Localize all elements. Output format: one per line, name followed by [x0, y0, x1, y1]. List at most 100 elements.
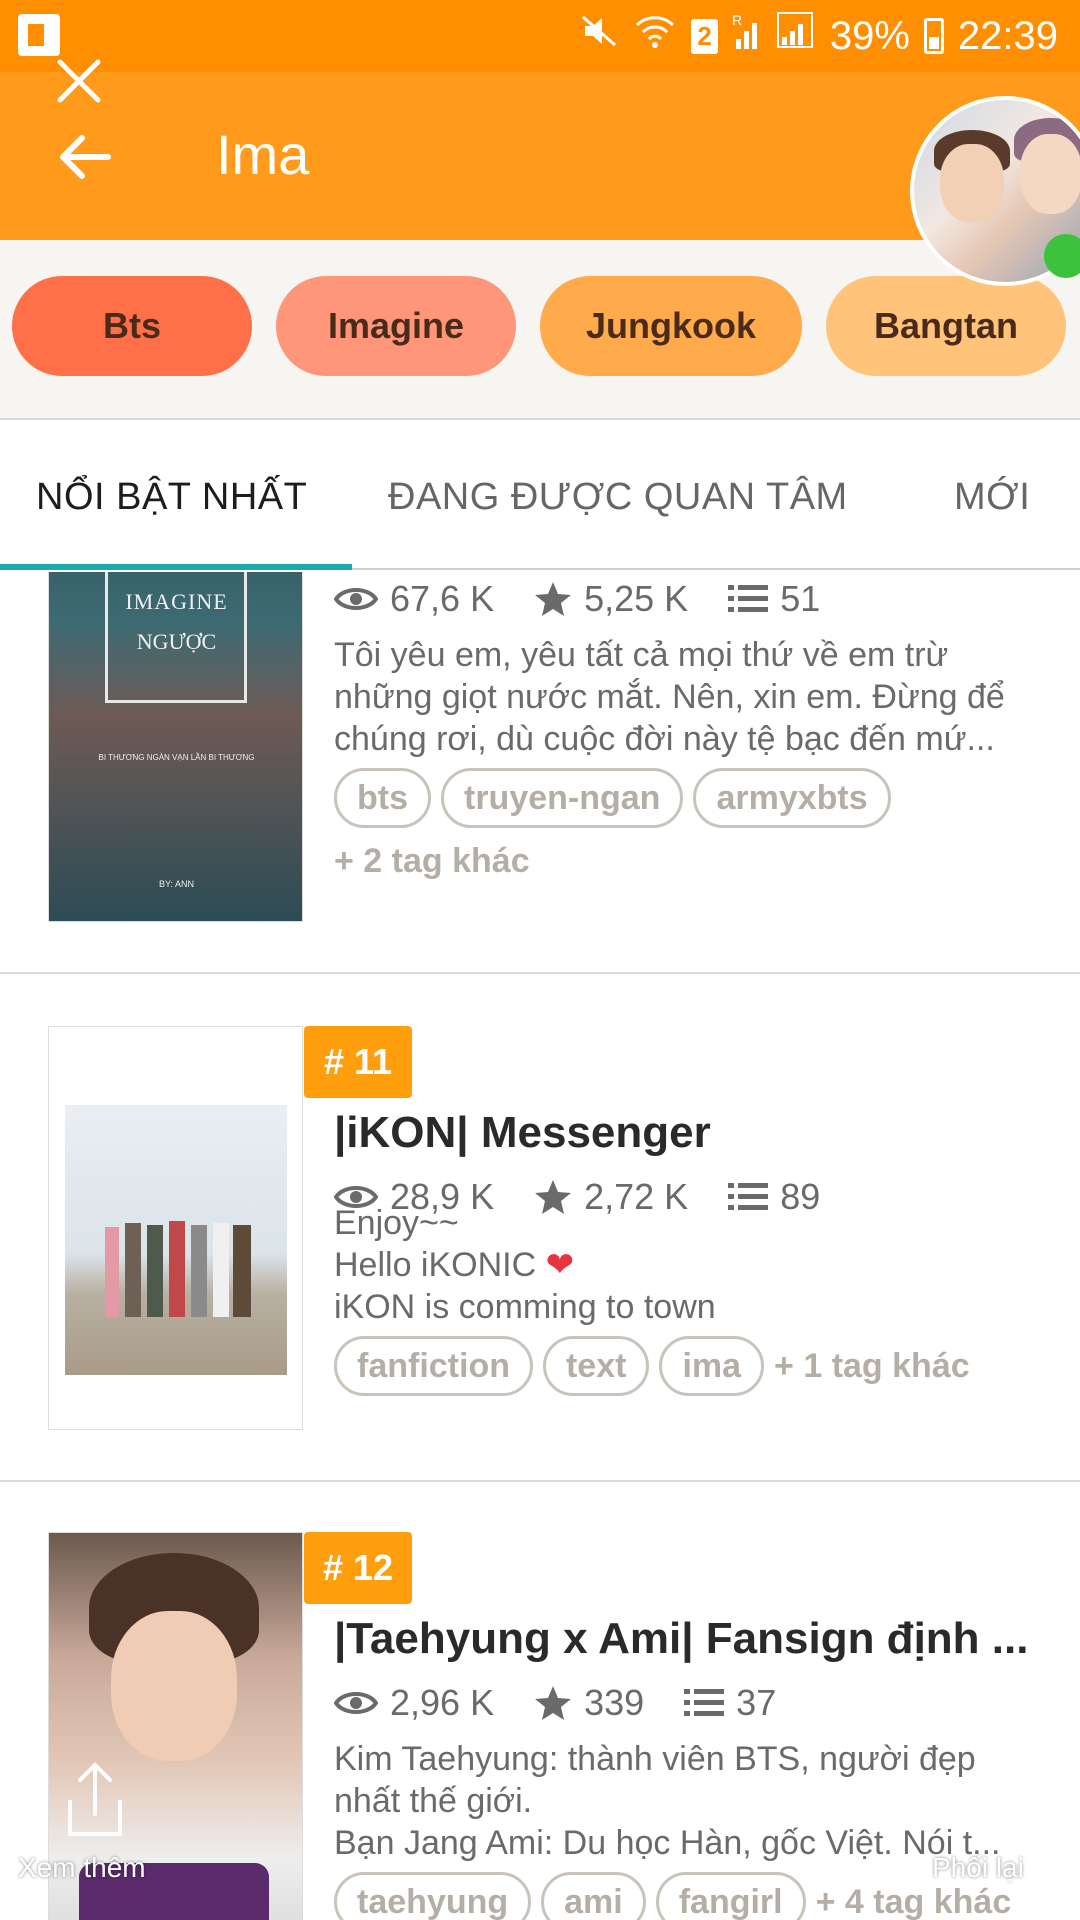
avatar-face-right [1020, 134, 1080, 214]
cover-figure [105, 1227, 119, 1317]
cover-figure [125, 1223, 141, 1317]
story-list[interactable]: IMAGINE NGƯỢC BI THƯƠNG NGÀN VẠN LẦN BI … [0, 572, 1080, 1920]
tag-pill[interactable]: fanfiction [334, 1336, 533, 1396]
tag-pill[interactable]: ami [541, 1872, 646, 1920]
sort-tabs: NỔI BẬT NHẤT ĐANG ĐƯỢC QUAN TÂM MỚI [0, 422, 1080, 570]
parts-stat: 37 [684, 1682, 776, 1724]
tab-featured[interactable]: NỔI BẬT NHẤT [36, 476, 307, 519]
mute-icon [579, 11, 619, 61]
description-line: Tôi yêu em, yêu tất cả mọi thứ về em trừ [334, 636, 949, 674]
online-status-dot [1044, 234, 1080, 278]
reads-stat: 2,96 K [334, 1682, 494, 1724]
story-title[interactable]: |iKON| Messenger [334, 1108, 1034, 1158]
status-bar: 2 R 39% 22:39 [0, 0, 1080, 72]
share-label: Xem thêm [18, 1852, 146, 1883]
story-tags: taehyung ami fangirl + 4 tag khác [334, 1872, 1011, 1920]
story-cover: IMAGINE NGƯỢC BI THƯƠNG NGÀN VẠN LẦN BI … [48, 572, 303, 922]
remix-label: Phối lại [932, 1852, 1024, 1883]
story-stats: 2,96 K 339 37 [334, 1682, 816, 1724]
tag-pill[interactable]: fangirl [655, 1872, 806, 1920]
cover-figure [213, 1223, 229, 1317]
remix-button[interactable] [948, 1756, 1026, 1836]
cover-figure [233, 1225, 251, 1317]
arrow-left-icon [60, 135, 111, 179]
eye-icon [334, 588, 378, 610]
story-card[interactable]: # 11 |iKON| Messenger 28,9 K 2,72 K 89 E… [0, 976, 1080, 1482]
story-cover [48, 1026, 303, 1430]
more-tags[interactable]: + 4 tag khác [816, 1883, 1012, 1920]
rank-badge: # 12 [304, 1532, 412, 1604]
pencil-icon [958, 1762, 1018, 1832]
signal-r-icon: R [732, 11, 762, 61]
rank-badge: # 11 [304, 1026, 412, 1098]
clock: 22:39 [957, 13, 1058, 58]
close-button[interactable] [54, 56, 104, 106]
tab-trending[interactable]: ĐANG ĐƯỢC QUAN TÂM [388, 476, 848, 519]
description-line: iKON is comming to town [334, 1288, 716, 1326]
cover-title: IMAGINE [125, 589, 228, 614]
description-line: Enjoy~~ [334, 1204, 459, 1242]
parts-count: 37 [736, 1682, 777, 1723]
back-button[interactable] [50, 122, 120, 192]
svg-text:R: R [732, 12, 742, 28]
star-icon [535, 1686, 572, 1720]
parts-stat: 51 [728, 578, 820, 620]
description-line: những giọt nước mắt. Nên, xin em. Đừng đ… [334, 678, 1005, 716]
story-card[interactable]: IMAGINE NGƯỢC BI THƯƠNG NGÀN VẠN LẦN BI … [0, 572, 1080, 974]
cover-author: BY: ANN [158, 879, 194, 889]
description-line: chúng rơi, dù cuộc đời này tệ bạc đến mứ… [334, 720, 995, 758]
list-icon [728, 585, 769, 612]
tag-chip-jungkook[interactable]: Jungkook [540, 276, 802, 376]
system-icons: 2 R 39% 22:39 [579, 0, 1080, 72]
reads-count: 67,6 K [390, 578, 495, 619]
list-icon [684, 1689, 725, 1716]
story-stats: 67,6 K 5,25 K 51 [334, 578, 860, 620]
reads-stat: 67,6 K [334, 578, 494, 620]
cover-face [111, 1611, 237, 1761]
tab-indicator [0, 564, 352, 570]
tag-chip-row: Bts Imagine Jungkook Bangtan [0, 240, 1080, 420]
story-card[interactable]: # 12 |Taehyung x Ami| Fansign định ... 2… [0, 1482, 1080, 1920]
share-upload-icon [68, 1762, 122, 1836]
tag-pill[interactable]: truyen-ngan [441, 768, 684, 828]
parts-count: 51 [780, 578, 821, 619]
cover-subtitle: NGƯỢC [136, 629, 217, 654]
cover-figure [169, 1221, 185, 1317]
tag-chip-bts[interactable]: Bts [12, 276, 252, 376]
avatar-face-left [940, 144, 1004, 222]
app-notification-icon [18, 14, 60, 56]
star-icon [535, 582, 572, 616]
tag-pill[interactable]: bts [334, 768, 431, 828]
story-description: Enjoy~~ Hello iKONIC ❤ iKON is comming t… [334, 1202, 1034, 1328]
page-title: Ima [216, 123, 310, 186]
votes-count: 5,25 K [584, 578, 689, 619]
tab-new[interactable]: MỚI [954, 476, 1030, 519]
cover-figure [147, 1225, 163, 1317]
battery-icon [923, 18, 944, 54]
cover-figure [191, 1225, 207, 1317]
story-title[interactable]: |Taehyung x Ami| Fansign định ... [334, 1614, 1034, 1664]
eye-icon [334, 1692, 378, 1714]
close-icon [57, 59, 101, 103]
cover-photo [65, 1105, 287, 1375]
tag-pill[interactable]: armyxbts [693, 768, 891, 828]
tag-pill[interactable]: ima [659, 1336, 765, 1396]
votes-stat: 339 [534, 1682, 644, 1724]
cover-small-text: BI THƯƠNG NGÀN VẠN LẦN BI THƯƠNG [98, 753, 255, 762]
sim-badge: 2 [691, 18, 718, 54]
more-tags[interactable]: + 1 tag khác [774, 1347, 970, 1386]
description-line-heart: Hello iKONIC ❤ [334, 1244, 1034, 1286]
share-button[interactable] [60, 1760, 130, 1840]
description-text: Hello iKONIC [334, 1246, 537, 1284]
tag-pill[interactable]: taehyung [334, 1872, 532, 1920]
description-line: nhất thế giới. [334, 1782, 533, 1820]
description-line: Bạn Jang Ami: Du học Hàn, gốc Việt. Nói … [334, 1824, 1001, 1862]
story-description: Tôi yêu em, yêu tất cả mọi thứ về em trừ… [334, 634, 1034, 760]
tag-chip-bangtan[interactable]: Bangtan [826, 276, 1066, 376]
battery-percent: 39% [829, 13, 910, 58]
story-tags: fanfiction text ima + 1 tag khác [334, 1336, 970, 1396]
tag-pill[interactable]: text [542, 1336, 650, 1396]
more-tags[interactable]: + 2 tag khác [334, 842, 530, 881]
heart-icon: ❤ [545, 1246, 575, 1284]
tag-chip-imagine[interactable]: Imagine [276, 276, 516, 376]
